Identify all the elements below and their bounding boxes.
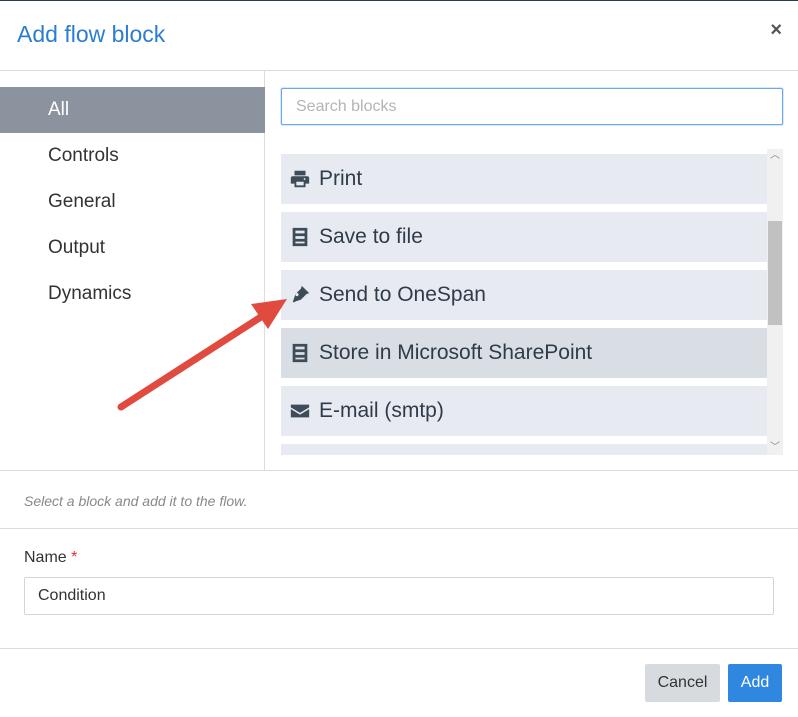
- category-item-dynamics[interactable]: Dynamics: [0, 271, 265, 317]
- category-item-all[interactable]: All: [0, 87, 265, 133]
- hint-text: Select a block and add it to the flow.: [24, 493, 248, 509]
- block-list-scrollbar[interactable]: ︿ ﹀: [767, 149, 783, 455]
- storage-icon: [292, 343, 308, 363]
- name-label-text: Name: [24, 549, 67, 566]
- pen-nib-icon: [292, 285, 310, 303]
- search-input[interactable]: [281, 88, 783, 125]
- block-label: E-mail (smtp): [319, 399, 444, 422]
- add-flow-block-dialog: Add flow block × All Controls General Ou…: [0, 0, 798, 717]
- name-field-label: Name *: [24, 549, 77, 567]
- divider: [0, 528, 798, 529]
- dialog-title: Add flow block: [17, 21, 166, 47]
- printer-icon: [290, 170, 310, 188]
- add-button[interactable]: Add: [728, 664, 782, 702]
- cancel-button[interactable]: Cancel: [645, 664, 720, 702]
- scrollbar-thumb[interactable]: [768, 221, 782, 325]
- close-icon[interactable]: ×: [770, 19, 782, 42]
- block-item-save-to-file[interactable]: Save to file: [281, 212, 767, 262]
- category-item-controls[interactable]: Controls: [0, 133, 265, 179]
- block-item-partial[interactable]: [281, 444, 767, 455]
- name-input[interactable]: [24, 577, 774, 615]
- block-item-email-smtp[interactable]: E-mail (smtp): [281, 386, 767, 436]
- block-label: Print: [319, 167, 363, 190]
- category-label: Output: [48, 237, 106, 258]
- block-item-store-in-sharepoint[interactable]: Store in Microsoft SharePoint: [281, 328, 767, 378]
- block-item-send-to-onespan[interactable]: Send to OneSpan: [281, 270, 767, 320]
- dialog-body: All Controls General Output Dynamics Pri…: [0, 71, 798, 471]
- category-list: All Controls General Output Dynamics: [0, 71, 265, 471]
- envelope-icon: [290, 404, 310, 418]
- block-label: Send to OneSpan: [319, 283, 486, 306]
- category-item-general[interactable]: General: [0, 179, 265, 225]
- block-item-print[interactable]: Print: [281, 154, 767, 204]
- block-label: Save to file: [319, 225, 423, 248]
- divider: [0, 648, 798, 649]
- scroll-down-icon[interactable]: ﹀: [767, 441, 783, 455]
- required-mark: *: [71, 549, 78, 566]
- category-item-output[interactable]: Output: [0, 225, 265, 271]
- storage-icon: [292, 227, 308, 247]
- block-list: Print Save to file Send to OneSpan Store…: [281, 149, 783, 455]
- block-label: Store in Microsoft SharePoint: [319, 341, 593, 364]
- category-label: General: [48, 191, 116, 212]
- dialog-header: Add flow block ×: [0, 1, 798, 71]
- category-label: Controls: [48, 145, 119, 166]
- category-label: Dynamics: [48, 283, 132, 304]
- scroll-up-icon[interactable]: ︿: [767, 149, 783, 163]
- category-label: All: [48, 99, 70, 120]
